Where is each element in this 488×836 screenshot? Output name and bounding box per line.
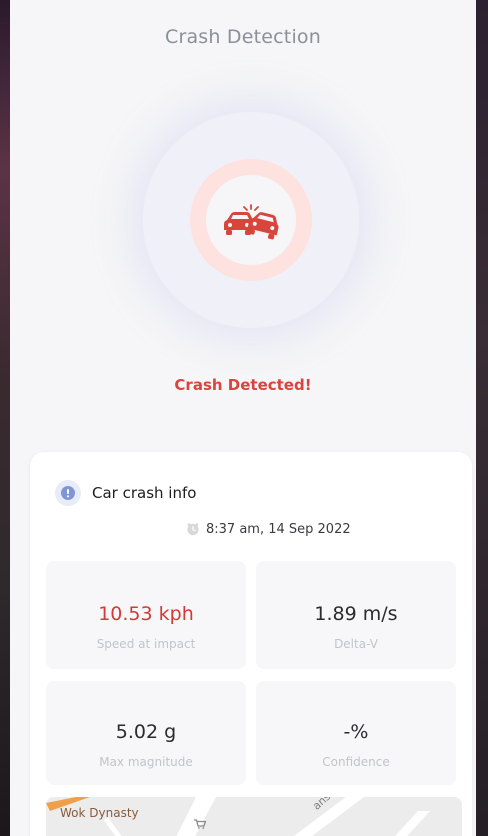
metric-max-magnitude: 5.02 g Max magnitude	[46, 681, 246, 785]
metric-value: 1.89 m/s	[314, 603, 398, 625]
info-icon	[55, 480, 81, 506]
crash-info-card: Car crash info 8:37 am, 14 Sep 2022 10.5…	[30, 452, 472, 836]
crash-status-text: Crash Detected!	[174, 376, 312, 394]
clock-icon	[187, 523, 199, 536]
metric-delta-v: 1.89 m/s Delta-V	[256, 561, 456, 669]
crash-detection-screen: Crash Detection Crash Detected! Car cras…	[10, 0, 476, 836]
shopping-cart-icon	[194, 819, 206, 829]
metric-label: Delta-V	[334, 637, 378, 651]
crash-location-map[interactable]: Wok Dynasty ansdret	[46, 797, 462, 836]
metric-value: -%	[343, 721, 369, 743]
card-title: Car crash info	[92, 484, 197, 502]
metric-value: 5.02 g	[115, 721, 177, 743]
metric-label: Max magnitude	[99, 755, 193, 769]
map-place-label: Wok Dynasty	[60, 806, 139, 820]
background-edge-right	[474, 0, 488, 836]
metric-value: 10.53 kph	[98, 603, 194, 625]
metric-speed-at-impact: 10.53 kph Speed at impact	[46, 561, 246, 669]
metric-label: Speed at impact	[96, 637, 196, 651]
metric-confidence: -% Confidence	[256, 681, 456, 785]
car-collision-icon	[224, 204, 279, 240]
page-title: Crash Detection	[164, 26, 321, 48]
metric-label: Confidence	[322, 755, 390, 769]
crash-timestamp: 8:37 am, 14 Sep 2022	[206, 522, 351, 537]
